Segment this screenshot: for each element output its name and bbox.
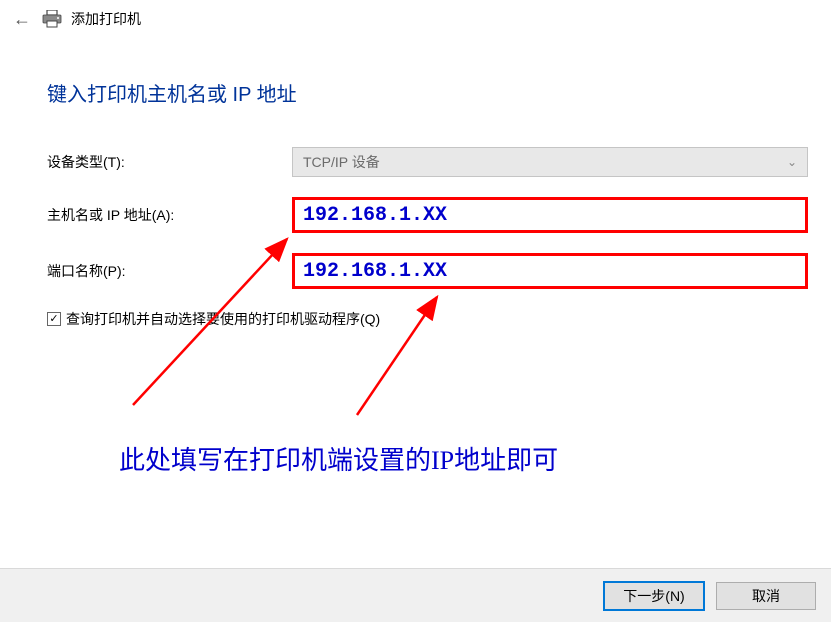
device-type-label: 设备类型(T): xyxy=(47,152,292,172)
auto-query-row: 查询打印机并自动选择要使用的打印机驱动程序(Q) xyxy=(47,309,831,329)
wizard-title: 添加打印机 xyxy=(71,9,141,29)
button-bar: 下一步(N) 取消 xyxy=(0,568,831,622)
host-input[interactable]: 192.168.1.XX xyxy=(292,197,808,233)
port-label: 端口名称(P): xyxy=(47,261,292,281)
wizard-content: 键入打印机主机名或 IP 地址 设备类型(T): TCP/IP 设备 ⌄ 主机名… xyxy=(0,33,831,329)
host-label: 主机名或 IP 地址(A): xyxy=(47,205,292,225)
chevron-down-icon: ⌄ xyxy=(787,155,797,169)
port-input[interactable]: 192.168.1.XX xyxy=(292,253,808,289)
page-heading: 键入打印机主机名或 IP 地址 xyxy=(47,78,831,107)
device-type-row: 设备类型(T): TCP/IP 设备 ⌄ xyxy=(47,147,831,177)
device-type-dropdown[interactable]: TCP/IP 设备 ⌄ xyxy=(292,147,808,177)
device-type-value: TCP/IP 设备 xyxy=(303,152,380,172)
auto-query-label: 查询打印机并自动选择要使用的打印机驱动程序(Q) xyxy=(66,309,380,329)
annotation-text: 此处填写在打印机端设置的IP地址即可 xyxy=(119,440,558,477)
wizard-header: ← 添加打印机 xyxy=(0,0,831,33)
host-value: 192.168.1.XX xyxy=(303,204,447,227)
host-row: 主机名或 IP 地址(A): 192.168.1.XX xyxy=(47,197,831,233)
printer-icon xyxy=(42,10,62,28)
port-value: 192.168.1.XX xyxy=(303,260,447,283)
port-row: 端口名称(P): 192.168.1.XX xyxy=(47,253,831,289)
back-arrow-icon[interactable]: ← xyxy=(11,10,33,28)
next-button[interactable]: 下一步(N) xyxy=(604,582,704,610)
cancel-button[interactable]: 取消 xyxy=(716,582,816,610)
auto-query-checkbox[interactable] xyxy=(47,312,61,326)
